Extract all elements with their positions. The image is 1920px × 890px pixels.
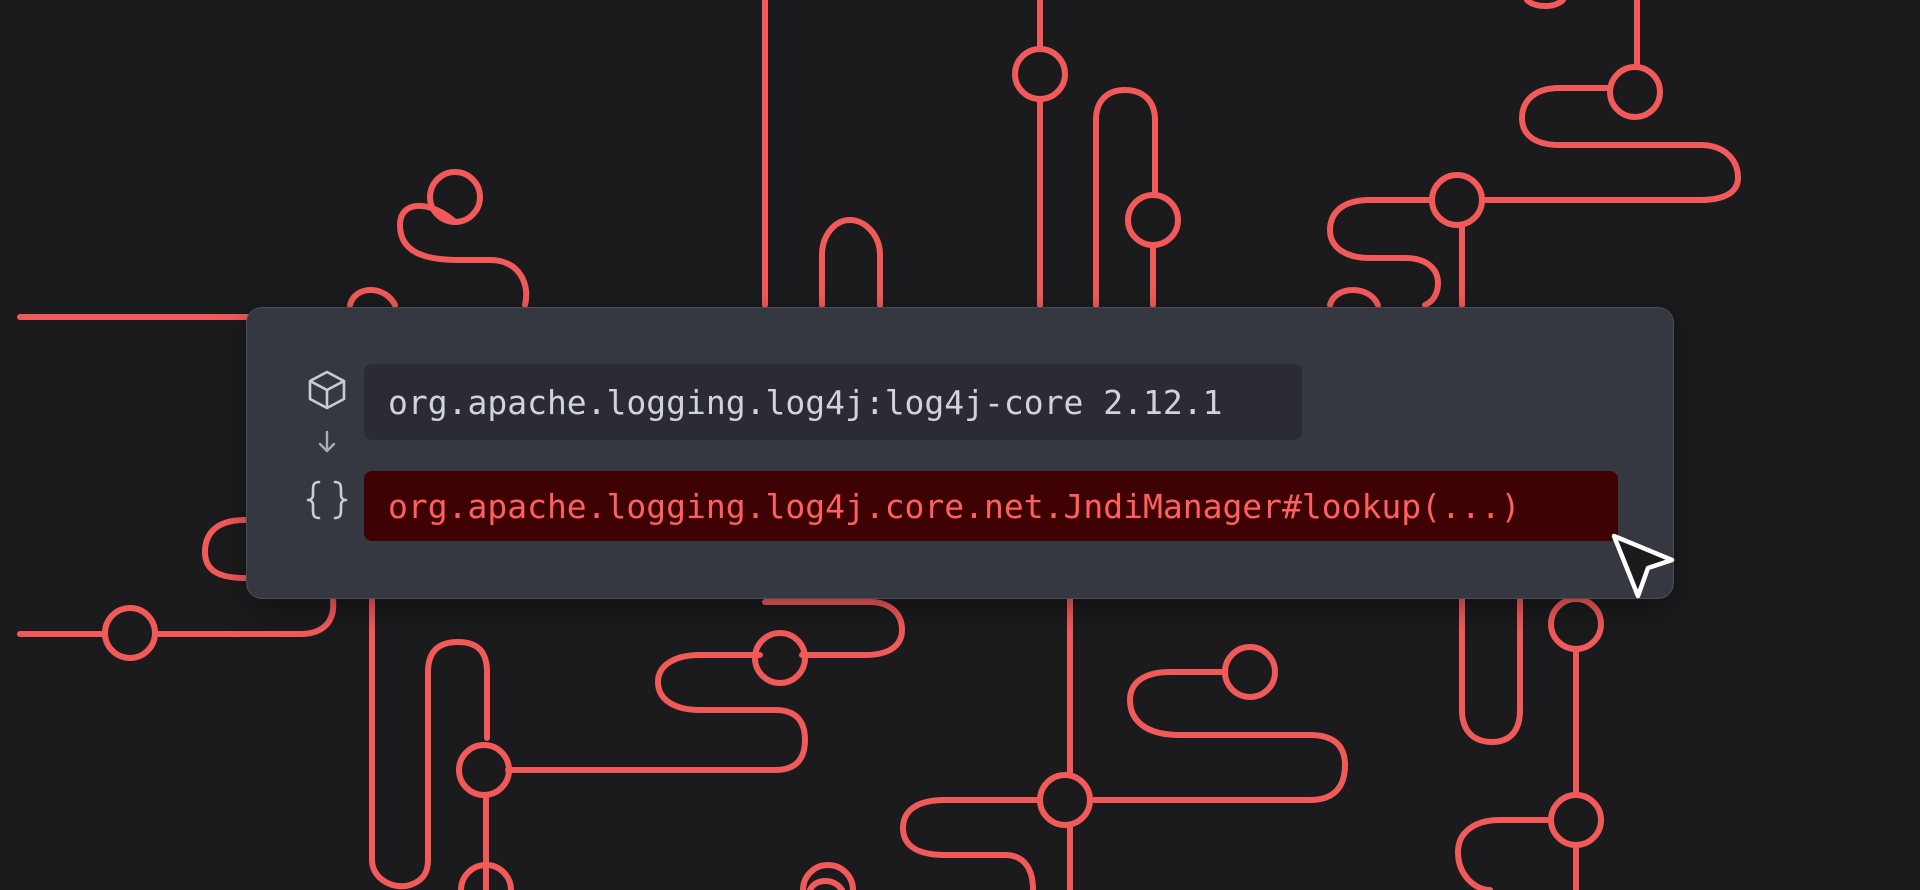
package-cube-icon [308,370,346,410]
package-coordinate-text: org.apache.logging.log4j:log4j-core 2.12… [388,382,1223,422]
app-canvas: org.apache.logging.log4j:log4j-core 2.12… [0,0,1920,890]
arrow-down-icon [318,430,336,453]
dependency-package-label[interactable]: org.apache.logging.log4j:log4j-core 2.12… [364,364,1302,440]
curly-braces-icon [306,480,348,520]
dependency-path-card: org.apache.logging.log4j:log4j-core 2.12… [246,307,1674,599]
mouse-pointer-icon [1611,533,1675,599]
vulnerable-method-label[interactable]: org.apache.logging.log4j.core.net.JndiMa… [364,471,1618,541]
method-signature-text: org.apache.logging.log4j.core.net.JndiMa… [388,486,1521,526]
